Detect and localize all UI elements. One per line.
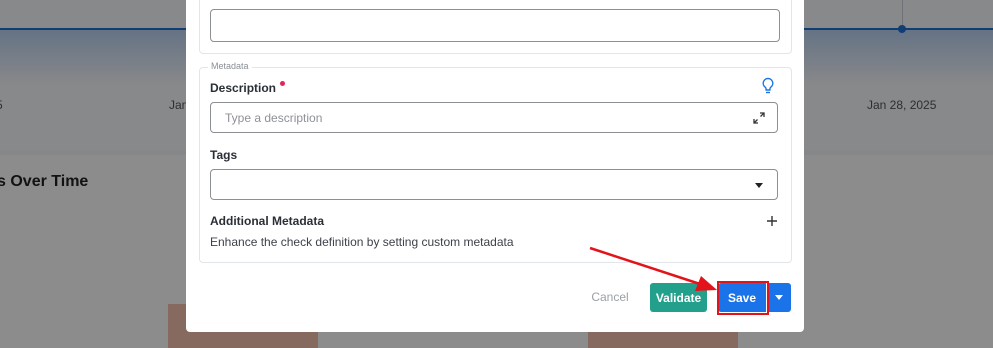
chevron-down-icon[interactable] — [755, 183, 763, 188]
description-field[interactable] — [210, 102, 778, 133]
validate-button[interactable]: Validate — [650, 283, 707, 312]
description-label: Description — [210, 81, 277, 95]
cancel-button[interactable]: Cancel — [582, 283, 638, 311]
metadata-legend: Metadata — [208, 61, 252, 71]
save-options-button[interactable] — [768, 283, 791, 312]
description-input[interactable] — [225, 110, 725, 126]
check-dialog: Metadata Description Tags Additional Met… — [186, 0, 804, 332]
tags-label: Tags — [210, 148, 238, 162]
previous-section-card — [199, 0, 792, 54]
expand-icon[interactable] — [753, 112, 765, 124]
save-highlight-box — [717, 281, 769, 315]
text-input[interactable] — [210, 9, 780, 42]
chevron-down-icon — [775, 295, 783, 300]
metadata-section: Metadata Description Tags Additional Met… — [199, 61, 792, 263]
lightbulb-icon[interactable] — [761, 77, 775, 95]
additional-metadata-label: Additional Metadata — [210, 214, 325, 228]
plus-icon[interactable] — [766, 215, 778, 227]
tags-select[interactable] — [210, 169, 778, 200]
required-indicator — [280, 81, 285, 86]
additional-metadata-helper: Enhance the check definition by setting … — [210, 235, 514, 249]
